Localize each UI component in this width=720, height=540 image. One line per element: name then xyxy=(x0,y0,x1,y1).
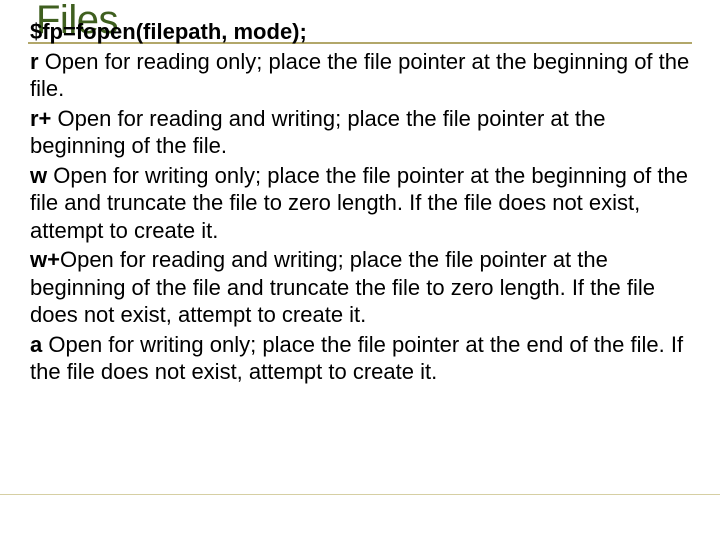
mode-a: a Open for writing only; place the file … xyxy=(30,331,692,386)
mode-w: w Open for writing only; place the file … xyxy=(30,162,692,245)
slide: Files $fp=fopen(filepath, mode); r Open … xyxy=(0,0,720,540)
mode-r: r Open for reading only; place the file … xyxy=(30,48,692,103)
mode-row: a Open for writing only; place the file … xyxy=(30,331,692,386)
mode-label: w xyxy=(30,163,53,188)
mode-r-plus: r+ Open for reading and writing; place t… xyxy=(30,105,692,160)
mode-row: r+ Open for reading and writing; place t… xyxy=(30,105,692,160)
mode-row: w+Open for reading and writing; place th… xyxy=(30,246,692,329)
mode-desc: Open for reading and writing; place the … xyxy=(30,247,655,327)
mode-label: r xyxy=(30,49,45,74)
syntax-line: $fp=fopen(filepath, mode); xyxy=(30,18,692,46)
mode-desc: Open for writing only; place the file po… xyxy=(30,332,683,385)
mode-desc: Open for writing only; place the file po… xyxy=(30,163,688,243)
mode-label: w+ xyxy=(30,247,60,272)
mode-row: w Open for writing only; place the file … xyxy=(30,162,692,245)
mode-w-plus: w+Open for reading and writing; place th… xyxy=(30,246,692,329)
mode-desc: Open for reading only; place the file po… xyxy=(30,49,689,102)
mode-desc: Open for reading and writing; place the … xyxy=(30,106,605,159)
mode-label: a xyxy=(30,332,48,357)
mode-row: r Open for reading only; place the file … xyxy=(30,48,692,103)
slide-content: $fp=fopen(filepath, mode); r Open for re… xyxy=(28,44,692,386)
mode-label: r+ xyxy=(30,106,51,131)
bottom-divider xyxy=(0,494,720,495)
